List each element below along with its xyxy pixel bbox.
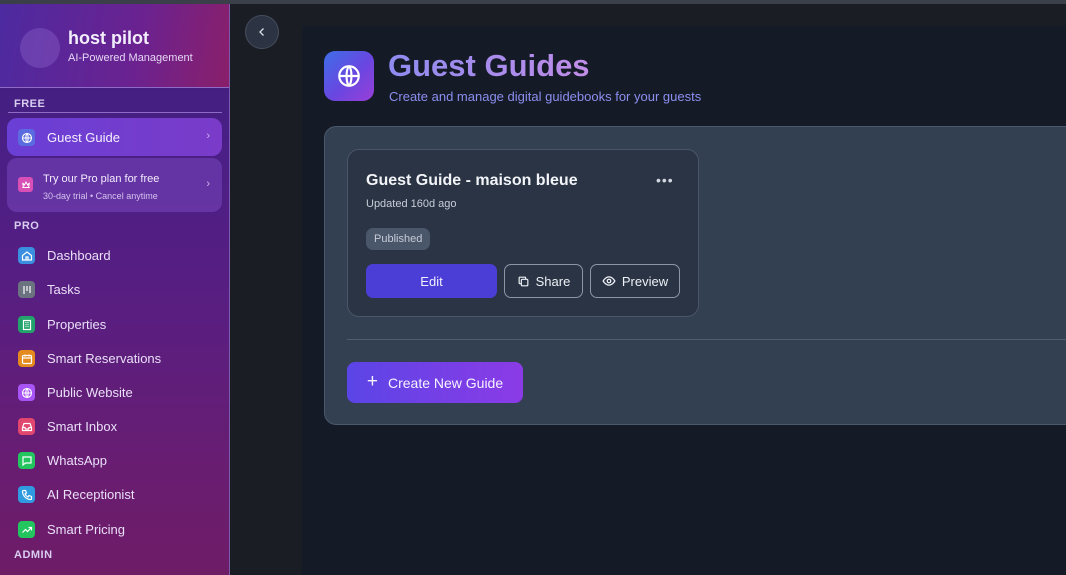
sidebar-item-public-website[interactable]: Public Website	[18, 383, 218, 403]
guide-updated-time: Updated 160d ago	[366, 198, 457, 210]
promo-subtitle: 30-day trial • Cancel anytime	[43, 191, 158, 201]
sidebar-item-label: Smart Inbox	[47, 419, 118, 434]
sidebar-item-label: AI Receptionist	[47, 487, 135, 502]
sidebar-item-properties[interactable]: Properties	[18, 315, 218, 335]
section-divider	[347, 339, 1066, 340]
share-button[interactable]: Share	[504, 264, 583, 298]
inbox-icon	[18, 418, 35, 435]
chevron-left-icon	[259, 28, 264, 36]
promo-title: Try our Pro plan for free	[43, 173, 160, 185]
more-options-icon[interactable]: •••	[656, 172, 674, 188]
sidebar-item-label: WhatsApp	[47, 453, 107, 468]
chat-icon	[18, 452, 35, 469]
sidebar-item-label: Tasks	[47, 282, 81, 297]
section-label-free: FREE	[14, 98, 46, 110]
section-divider	[8, 112, 222, 113]
plus-icon: +	[366, 371, 378, 392]
globe-icon	[324, 51, 374, 101]
crown-icon	[18, 177, 33, 192]
status-badge: Published	[366, 228, 431, 250]
globe-icon	[18, 384, 35, 401]
sidebar-item-label: Properties	[47, 317, 107, 332]
chevron-right-icon: ›	[206, 130, 210, 142]
brand-tagline: AI-Powered Management	[68, 52, 193, 64]
page-subtitle: Create and manage digital guidebooks for…	[389, 89, 702, 104]
create-new-guide-button[interactable]: + Create New Guide	[347, 362, 523, 403]
section-label-pro: PRO	[14, 220, 40, 232]
eye-icon	[602, 276, 616, 286]
sidebar-item-dashboard[interactable]: Dashboard	[18, 246, 218, 266]
sidebar-item-tasks[interactable]: Tasks	[18, 280, 218, 300]
preview-button[interactable]: Preview	[590, 264, 680, 298]
copy-icon	[518, 276, 529, 286]
globe-icon	[18, 129, 35, 146]
guide-title: Guest Guide - maison bleue	[366, 172, 578, 189]
sidebar-item-label: Dashboard	[47, 248, 111, 263]
trending-up-icon	[18, 521, 35, 538]
chevron-right-icon: ›	[206, 178, 210, 190]
sidebar-item-label: Smart Pricing	[47, 522, 126, 537]
sidebar-item-ai-receptionist[interactable]: AI Receptionist	[18, 485, 218, 505]
sidebar-item-smart-pricing[interactable]: Smart Pricing	[18, 520, 218, 540]
section-label-admin: ADMIN	[14, 549, 53, 561]
collapse-sidebar-button[interactable]	[245, 15, 279, 49]
sidebar: host pilot AI-Powered Management FREE Gu…	[0, 4, 230, 575]
preview-label: Preview	[621, 273, 669, 289]
page-title: Guest Guides	[388, 48, 590, 83]
calendar-icon	[18, 350, 35, 367]
sidebar-item-label: Public Website	[47, 385, 133, 400]
building-icon	[18, 316, 35, 333]
tasks-icon	[18, 281, 35, 298]
brand-logo	[20, 28, 60, 68]
guide-card[interactable]: Guest Guide - maison bleue ••• Updated 1…	[347, 149, 699, 317]
edit-button[interactable]: Edit	[366, 264, 497, 298]
sidebar-item-label: Guest Guide	[47, 130, 120, 145]
sidebar-item-guest-guide[interactable]: Guest Guide ›	[7, 118, 222, 156]
pro-trial-promo[interactable]: Try our Pro plan for free 30-day trial •…	[7, 158, 222, 212]
sidebar-item-smart-reservations[interactable]: Smart Reservations	[18, 349, 218, 369]
sidebar-item-label: Smart Reservations	[47, 351, 162, 366]
home-icon	[18, 247, 35, 264]
share-label: Share	[535, 273, 571, 289]
brand-header[interactable]: host pilot AI-Powered Management	[0, 4, 229, 88]
sidebar-item-smart-inbox[interactable]: Smart Inbox	[18, 417, 218, 437]
sidebar-item-whatsapp[interactable]: WhatsApp	[18, 451, 218, 471]
phone-icon	[18, 486, 35, 503]
brand-name: host pilot	[68, 28, 149, 48]
create-label: Create New Guide	[387, 374, 504, 391]
